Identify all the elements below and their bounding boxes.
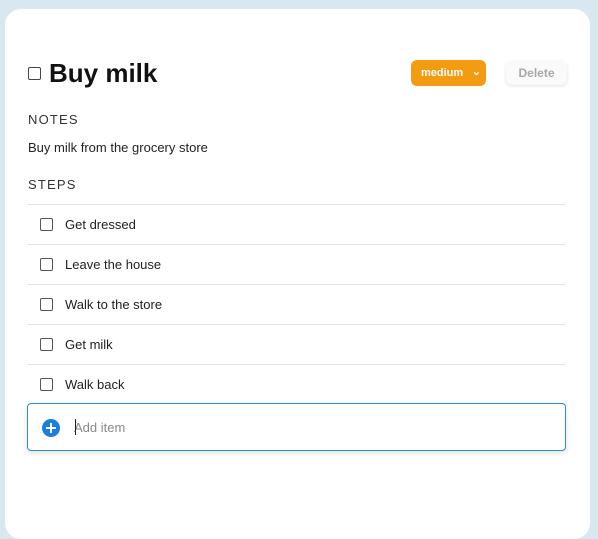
step-label[interactable]: Leave the house xyxy=(65,257,161,272)
task-complete-checkbox[interactable] xyxy=(28,67,41,80)
step-label[interactable]: Get milk xyxy=(65,337,113,352)
step-item: Get milk xyxy=(28,324,566,364)
step-item: Get dressed xyxy=(28,204,566,244)
task-title[interactable]: Buy milk xyxy=(49,57,157,89)
steps-label: STEPS xyxy=(28,177,77,192)
step-checkbox[interactable] xyxy=(40,218,53,231)
step-item: Leave the house xyxy=(28,244,566,284)
notes-label: NOTES xyxy=(28,112,79,127)
priority-value: medium xyxy=(421,67,464,79)
steps-list: Get dressed Leave the house Walk to the … xyxy=(28,204,566,404)
step-checkbox[interactable] xyxy=(40,298,53,311)
text-cursor xyxy=(75,419,76,435)
add-item-row xyxy=(27,403,566,451)
task-card: Buy milk medium ⌄ Delete NOTES Buy milk … xyxy=(5,9,590,539)
step-checkbox[interactable] xyxy=(40,338,53,351)
step-item: Walk to the store xyxy=(28,284,566,324)
step-checkbox[interactable] xyxy=(40,378,53,391)
plus-circle-icon[interactable] xyxy=(42,419,60,437)
chevron-down-icon: ⌄ xyxy=(471,66,481,78)
delete-button[interactable]: Delete xyxy=(506,61,567,85)
priority-select[interactable]: medium ⌄ xyxy=(411,60,486,86)
step-label[interactable]: Get dressed xyxy=(65,217,136,232)
task-header: Buy milk medium ⌄ Delete xyxy=(28,57,568,91)
step-checkbox[interactable] xyxy=(40,258,53,271)
step-label[interactable]: Walk to the store xyxy=(65,297,162,312)
step-label[interactable]: Walk back xyxy=(65,377,124,392)
step-item: Walk back xyxy=(28,364,566,404)
notes-text[interactable]: Buy milk from the grocery store xyxy=(28,140,208,155)
add-item-input[interactable] xyxy=(74,417,544,437)
